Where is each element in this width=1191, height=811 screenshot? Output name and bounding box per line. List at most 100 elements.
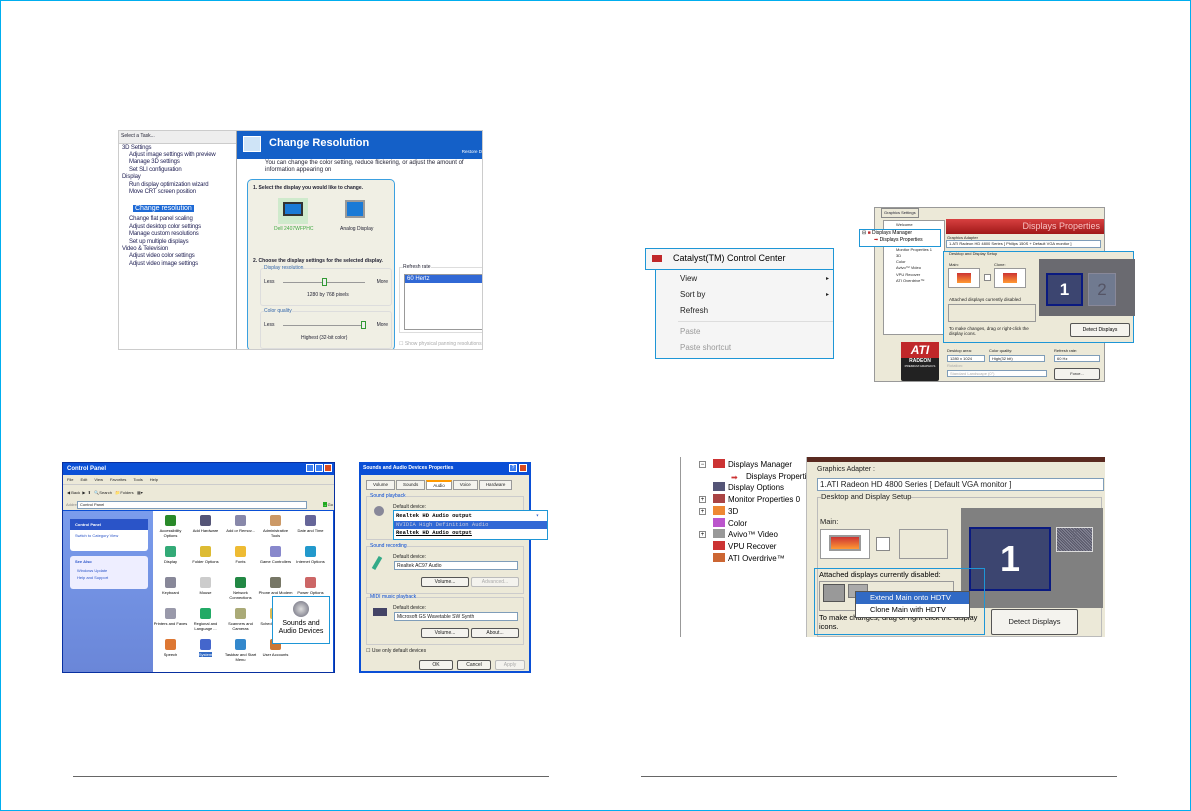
about-button[interactable]: About... — [471, 628, 519, 638]
task-tree-item[interactable]: Video & Television — [121, 246, 234, 253]
control-panel-item[interactable]: Keyboard — [153, 577, 188, 595]
task-tree-item[interactable]: Adjust video image settings — [121, 261, 234, 268]
control-panel-item[interactable]: Fonts — [223, 546, 258, 564]
recording-volume-button[interactable]: Volume... — [421, 577, 469, 587]
maximize-button[interactable] — [315, 464, 323, 472]
control-panel-item[interactable]: Date and Time — [293, 515, 328, 533]
tab-voice[interactable]: Voice — [452, 480, 478, 490]
detect-displays-button[interactable]: Detect Displays — [991, 609, 1078, 635]
control-panel-item[interactable]: Add Hardware — [188, 515, 223, 533]
help-button[interactable]: ? — [509, 464, 517, 472]
ati-tree-item[interactable]: VPU Recover — [699, 540, 804, 553]
menu-favorites[interactable]: Favorites — [110, 475, 126, 484]
resolution-slider[interactable] — [283, 278, 365, 286]
display-1-tile[interactable]: 1 — [1046, 273, 1083, 306]
display-analog[interactable] — [345, 200, 365, 218]
refresh-rate-select[interactable]: 60 Hz — [1054, 355, 1100, 362]
menu-view[interactable]: View — [94, 475, 103, 484]
ati-tree-item[interactable]: + Avivo™ Video — [699, 529, 804, 541]
back-button[interactable]: ◀ Back — [67, 490, 80, 495]
color-quality-select[interactable]: High(32 bit) — [989, 355, 1045, 362]
display-2-tile[interactable]: 2 — [1088, 273, 1116, 306]
slider-thumb[interactable] — [322, 278, 327, 286]
ati-tree-item[interactable]: ➡ Displays Properties — [699, 471, 815, 483]
playback-device-dropdown[interactable]: Realtek HD Audio output NVIDIA High Defi… — [393, 510, 548, 540]
rotation-select[interactable]: Standard Landscape (0°) — [947, 370, 1047, 377]
task-tree-item[interactable]: Display — [121, 174, 234, 181]
ati-tree-item[interactable]: ATI Overdrive™ — [886, 278, 942, 284]
main-monitor-icon[interactable] — [820, 529, 870, 559]
control-panel-item[interactable]: Network Connections — [223, 577, 258, 600]
midi-volume-button[interactable]: Volume... — [421, 628, 469, 638]
ati-tree-item[interactable]: Display Options — [699, 482, 804, 494]
displays-properties-item[interactable]: Displays Properties — [880, 237, 923, 243]
task-tree-item[interactable]: Adjust image settings with preview — [121, 152, 234, 159]
help-support-link[interactable]: Help and Support — [70, 574, 148, 581]
force-button[interactable]: Force... — [1054, 368, 1100, 380]
control-panel-item[interactable]: Mouse — [188, 577, 223, 595]
control-panel-item[interactable]: Speech — [153, 639, 188, 657]
panning-checkbox[interactable]: ☐ Show physical panning resolutions — [399, 341, 482, 349]
control-panel-item[interactable]: Display — [153, 546, 188, 564]
display-2-tile[interactable]: 2 — [1056, 527, 1093, 552]
chevron-down-icon[interactable]: ▾ — [536, 512, 539, 520]
expand-icon[interactable]: + — [699, 507, 706, 515]
tab-sounds[interactable]: Sounds — [396, 480, 426, 490]
disabled-monitor-icon[interactable] — [823, 584, 845, 602]
desktop-area-select[interactable]: 1280 x 1024 — [947, 355, 985, 362]
slider-thumb[interactable] — [361, 321, 366, 329]
ati-tree-item[interactable]: + Monitor Properties 0 — [699, 494, 804, 506]
tab-audio[interactable]: Audio — [426, 480, 452, 490]
only-default-checkbox[interactable]: ☐ Use only default devices — [366, 648, 426, 654]
context-menu-item[interactable]: Sort by ▸ — [656, 287, 833, 303]
task-tree-item[interactable]: Adjust desktop color settings — [121, 224, 234, 231]
control-panel-item[interactable]: Administrative Tools — [258, 515, 293, 538]
search-button[interactable]: 🔍Search — [94, 490, 112, 495]
go-button[interactable]: → Go — [322, 500, 333, 510]
task-tree-item[interactable]: Manage custom resolutions — [121, 231, 234, 238]
close-button[interactable] — [324, 464, 332, 472]
address-input[interactable]: Control Panel — [77, 501, 307, 509]
catalyst-menu-item[interactable]: Catalyst(TM) Control Center — [645, 248, 834, 270]
ati-tree-item[interactable]: − Displays Manager — [699, 459, 804, 471]
control-panel-item[interactable]: Game Controllers — [258, 546, 293, 564]
extend-main-menu-item[interactable]: Extend Main onto HDTV — [856, 592, 969, 604]
windows-update-link[interactable]: Windows Update — [70, 567, 148, 574]
control-panel-item[interactable]: Printers and Faxes — [153, 608, 188, 626]
views-button[interactable]: ▦▾ — [137, 490, 143, 495]
expand-icon[interactable]: + — [699, 496, 706, 504]
sounds-audio-callout[interactable]: Sounds and Audio Devices — [272, 596, 330, 644]
task-tree-item[interactable]: Set SLI configuration — [121, 167, 234, 174]
tab-hardware[interactable]: Hardware — [478, 480, 513, 490]
task-tree-item[interactable]: Run display optimization wizard — [121, 182, 234, 189]
folders-button[interactable]: 📁Folders — [115, 490, 133, 495]
recording-select[interactable]: Realtek AC97 Audio — [394, 561, 518, 570]
switch-category-link[interactable]: Switch to Category View — [70, 530, 148, 541]
context-menu-item[interactable]: Paste — [656, 324, 833, 340]
control-panel-item[interactable]: Internet Options — [293, 546, 328, 564]
midi-select[interactable]: Microsoft GS Wavetable SW Synth — [394, 612, 518, 621]
tab-graphics-settings[interactable]: Graphics Settings — [881, 208, 919, 218]
ati-tree-item[interactable]: ATI Overdrive™ — [699, 552, 804, 565]
collapse-icon[interactable]: − — [699, 461, 706, 468]
control-panel-item[interactable]: System — [188, 639, 223, 657]
ok-button[interactable]: OK — [419, 660, 453, 670]
task-tree-item[interactable]: Change resolution — [133, 205, 194, 213]
ati-tree-item[interactable]: Color — [699, 517, 804, 530]
apply-button[interactable]: Apply — [495, 660, 525, 670]
clone-monitor-icon[interactable] — [994, 268, 1026, 288]
menu-tools[interactable]: Tools — [133, 475, 142, 484]
control-panel-item[interactable]: Add or Remov... — [223, 515, 258, 533]
close-button[interactable] — [519, 464, 527, 472]
task-tree-item[interactable]: 3D Settings — [121, 145, 234, 152]
control-panel-item[interactable]: Taskbar and Start Menu — [223, 639, 258, 662]
detect-displays-button[interactable]: Detect Displays — [1070, 323, 1130, 337]
refresh-option[interactable]: 60 Hertz — [405, 275, 482, 283]
refresh-list[interactable]: 60 Hertz — [404, 274, 482, 330]
menu-edit[interactable]: Edit — [80, 475, 87, 484]
task-tree-item[interactable]: Change flat panel scaling — [121, 216, 234, 223]
playback-option[interactable]: NVIDIA High Definition Audio — [394, 521, 547, 529]
clone-main-menu-item[interactable]: Clone Main with HDTV — [856, 604, 969, 616]
displays-manager-item[interactable]: Displays Manager — [872, 230, 912, 236]
context-menu-item[interactable]: Refresh — [656, 303, 833, 319]
